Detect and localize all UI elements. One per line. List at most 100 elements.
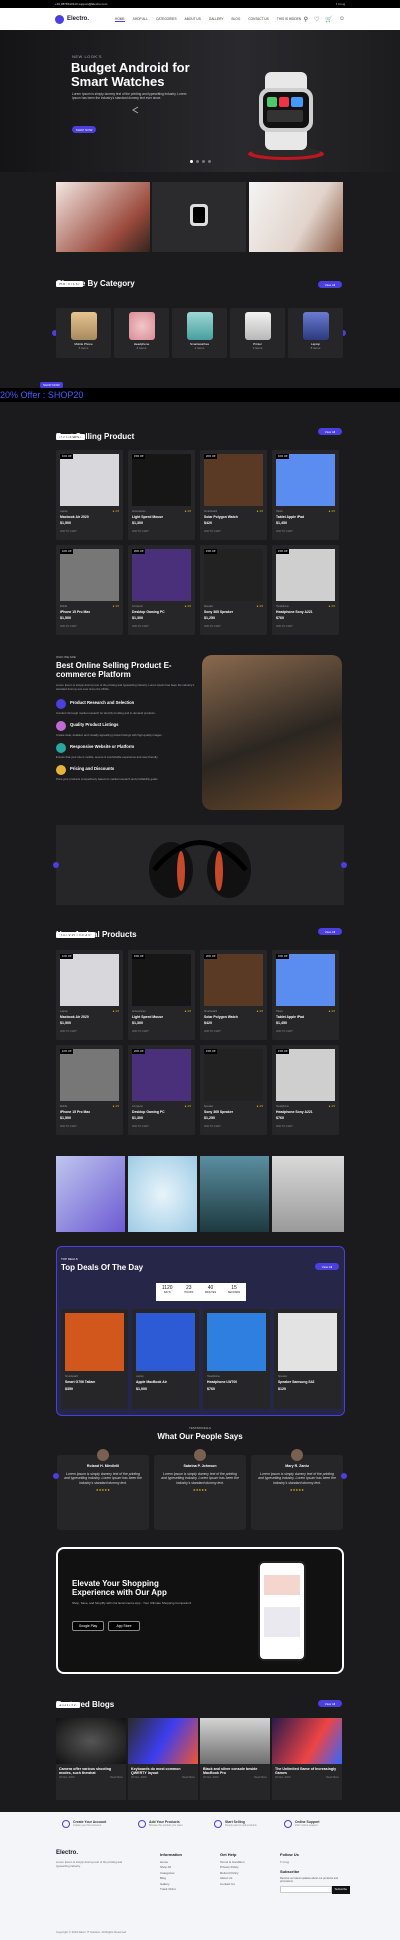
product-card[interactable]: 10% Off Tablet ★ 4.5 Tablet Apple iPad $1,45…	[272, 450, 339, 540]
nav-gallery[interactable]: GALLERY	[209, 17, 224, 22]
arrival-view-all-button[interactable]: View All	[318, 928, 342, 935]
product-image	[276, 549, 335, 601]
ticker-badge[interactable]: SHOP NOW	[40, 382, 63, 388]
product-price: $1,300	[132, 521, 143, 525]
add-to-cart-link[interactable]: ADD TO CART	[60, 625, 77, 628]
product-card[interactable]: 15% Off Headphone ★ 4.5 Headphone Sony A221…	[272, 1045, 339, 1135]
social-links[interactable]: f t in ig	[336, 2, 345, 6]
logo[interactable]: Electro.	[55, 14, 89, 24]
subscribe-button[interactable]: Subscribe	[331, 1886, 350, 1894]
add-to-cart-link[interactable]: ADD TO CART	[204, 530, 221, 533]
gallery-headphones[interactable]	[128, 1156, 197, 1232]
nav-home[interactable]: HOME	[115, 17, 125, 22]
promo-laptop-typing[interactable]	[56, 182, 150, 252]
product-image	[204, 549, 263, 601]
cart-icon[interactable]: 🛒	[325, 16, 332, 23]
add-to-cart-link[interactable]: ADD TO CART	[204, 1125, 221, 1128]
footer-col-follow: Follow Us f t in ig Subscribe Receive our l…	[280, 1852, 350, 1894]
testimonial-prev-icon[interactable]	[53, 1473, 59, 1479]
product-card[interactable]: 20% Off Smartwatch ★ 4.5 Solar Polygon Watc…	[200, 950, 267, 1040]
product-card[interactable]: 20% Off Computer ★ 4.5 Desktop Gaming PC $1,…	[128, 545, 195, 635]
nav-more[interactable]: THIS IS HIDDEN	[277, 17, 301, 22]
deal-card[interactable]: Headphone Headphone LW700 $760	[203, 1309, 270, 1409]
nav-contact[interactable]: CONTACT US	[248, 17, 268, 22]
add-to-cart-link[interactable]: ADD TO CART	[276, 530, 293, 533]
category-card[interactable]: Printer 3 Items	[230, 308, 285, 358]
deals-view-all-button[interactable]: View All	[315, 1263, 339, 1270]
product-card[interactable]: 15% Off Speaker ★ 4.5 Sony 365 Speaker $1,25…	[200, 1045, 267, 1135]
deal-card[interactable]: Laptop Apple MacBook Air $1,000	[132, 1309, 199, 1409]
add-to-cart-link[interactable]: ADD TO CART	[132, 1125, 149, 1128]
add-to-cart-link[interactable]: ADD TO CART	[276, 1030, 293, 1033]
product-name: Tablet Apple iPad	[276, 515, 305, 519]
category-card[interactable]: Smartwatches 4 Items	[172, 308, 227, 358]
add-to-cart-link[interactable]: ADD TO CART	[132, 625, 149, 628]
blog-card[interactable]: The Unlimited Game of Increasingly Games…	[272, 1718, 342, 1800]
product-card[interactable]: 20% Off Smartwatch ★ 4.5 Solar Polygon Watc…	[200, 450, 267, 540]
category-card[interactable]: Headphone 6 Items	[114, 308, 169, 358]
gallery-phone[interactable]	[56, 1156, 125, 1232]
gallery-speaker[interactable]	[200, 1156, 269, 1232]
add-to-cart-link[interactable]: ADD TO CART	[204, 625, 221, 628]
rating: ★ 4.5	[328, 1105, 335, 1108]
rating: ★ 4.5	[256, 605, 263, 608]
blog-card[interactable]: Keyboards do most common QWERTY layout 20…	[128, 1718, 198, 1800]
product-name: Sony 365 Speaker	[204, 610, 234, 614]
product-image	[204, 954, 263, 1006]
blogs-view-all-button[interactable]: View All	[318, 1700, 342, 1707]
category-card[interactable]: Laptop 8 Items	[288, 308, 343, 358]
google-play-button[interactable]: Google Play	[72, 1621, 104, 1631]
category-card[interactable]: Mobile Phone 5 Items	[56, 308, 111, 358]
footer-logo[interactable]: Electro.	[56, 1850, 78, 1856]
product-card[interactable]: 15% Off Speaker ★ 4.5 Sony 365 Speaker $1,25…	[200, 545, 267, 635]
banner-next-icon[interactable]	[341, 862, 347, 868]
app-store-button[interactable]: App Store	[108, 1621, 140, 1631]
shop-now-button[interactable]: SHOP NOW	[72, 126, 96, 133]
deal-image	[136, 1313, 195, 1371]
add-to-cart-link[interactable]: ADD TO CART	[132, 530, 149, 533]
product-category: Smartwatch	[204, 510, 218, 513]
best-view-all-button[interactable]: View All	[318, 428, 342, 435]
add-to-cart-link[interactable]: ADD TO CART	[60, 1125, 77, 1128]
product-card[interactable]: 10% Off Mobile ★ 4.5 iPhone 15 Pro Max $1,50…	[56, 1045, 123, 1135]
testimonial-tag: TESTIMONIALS	[188, 1426, 211, 1430]
product-card[interactable]: 10% Off Laptop ★ 4.5 Macbook Air 2020 $1,500…	[56, 950, 123, 1040]
gallery-smart-speaker[interactable]	[272, 1156, 344, 1232]
search-icon[interactable]: ⚲	[304, 16, 308, 23]
slider-dots[interactable]	[190, 160, 211, 163]
product-card[interactable]: 15% Off Accessories ★ 4.5 Light Speed Mouse…	[128, 450, 195, 540]
hero-kicker: NEW LOOK'S	[72, 54, 102, 59]
blog-card[interactable]: Black and silver console beside MacBook …	[200, 1718, 270, 1800]
banner-prev-icon[interactable]	[53, 862, 59, 868]
add-to-cart-link[interactable]: ADD TO CART	[276, 625, 293, 628]
nav-about[interactable]: ABOUT US	[185, 17, 201, 22]
nav-shop[interactable]: SHOP ALL	[133, 17, 148, 22]
promo-smartwatch[interactable]	[152, 182, 246, 252]
product-card[interactable]: 10% Off Mobile ★ 4.5 iPhone 15 Pro Max $1,50…	[56, 545, 123, 635]
blog-card[interactable]: Camera offer various shooting modes, suc…	[56, 1718, 126, 1800]
deal-card[interactable]: Smartwatch Smart G706 Tallam $350	[61, 1309, 128, 1409]
testimonial-next-icon[interactable]	[341, 1473, 347, 1479]
product-price: $1,300	[132, 1021, 143, 1025]
product-card[interactable]: 10% Off Laptop ★ 4.5 Macbook Air 2020 $1,500…	[56, 450, 123, 540]
footer-col-info: Information Home Shop All Categories Blog Gal…	[160, 1852, 182, 1891]
heart-icon[interactable]: ♡	[314, 16, 319, 23]
add-to-cart-link[interactable]: ADD TO CART	[60, 530, 77, 533]
add-to-cart-link[interactable]: ADD TO CART	[60, 1030, 77, 1033]
user-icon[interactable]: ☺	[339, 16, 345, 23]
gallery-strip	[56, 1156, 344, 1232]
nav-categories[interactable]: CATEGORIES	[156, 17, 177, 22]
deal-card[interactable]: Speaker Speaker Samsung S42 $120	[274, 1309, 341, 1409]
product-card[interactable]: 20% Off Computer ★ 4.5 Desktop Gaming PC $1,…	[128, 1045, 195, 1135]
product-image	[60, 954, 119, 1006]
promo-woman-headphones[interactable]	[249, 182, 343, 252]
product-card[interactable]: 10% Off Tablet ★ 4.5 Tablet Apple iPad $1,45…	[272, 950, 339, 1040]
add-to-cart-link[interactable]: ADD TO CART	[132, 1030, 149, 1033]
category-view-all-button[interactable]: View All	[318, 281, 342, 288]
nav-blog[interactable]: BLOG	[232, 17, 241, 22]
product-card[interactable]: 15% Off Headphone ★ 4.5 Headphone Sony A221…	[272, 545, 339, 635]
product-name: Macbook Air 2020	[60, 1015, 89, 1019]
add-to-cart-link[interactable]: ADD TO CART	[276, 1125, 293, 1128]
product-card[interactable]: 15% Off Accessories ★ 4.5 Light Speed Mouse…	[128, 950, 195, 1040]
add-to-cart-link[interactable]: ADD TO CART	[204, 1030, 221, 1033]
